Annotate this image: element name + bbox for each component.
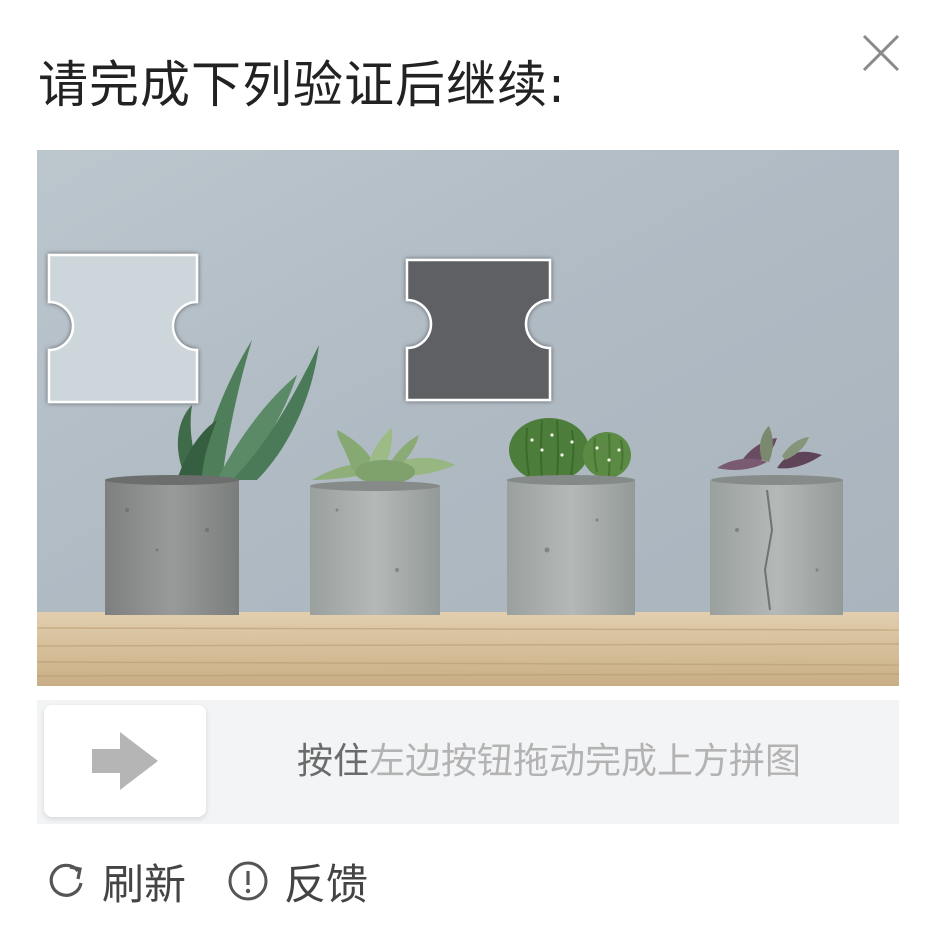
captcha-dialog: 请完成下列验证后继续: 按住左边按钮拖动完成上方拼图 刷新 反馈 <box>0 0 936 948</box>
hint-prefix: 按住 <box>297 741 370 782</box>
feedback-button[interactable]: 反馈 <box>226 851 368 912</box>
refresh-label: 刷新 <box>102 859 187 909</box>
slider-track: 按住左边按钮拖动完成上方拼图 <box>37 700 899 824</box>
refresh-icon <box>49 863 83 897</box>
info-circle-icon <box>228 861 268 901</box>
arrow-right-icon <box>92 732 158 790</box>
feedback-label: 反馈 <box>284 859 369 909</box>
puzzle-image <box>37 150 899 686</box>
hint-rest: 左边按钮拖动完成上方拼图 <box>369 741 802 782</box>
close-icon <box>862 34 900 72</box>
close-button[interactable] <box>858 30 904 76</box>
dialog-title: 请完成下列验证后继续: <box>38 56 566 114</box>
footer-actions: 刷新 反馈 <box>44 850 408 912</box>
refresh-button[interactable]: 刷新 <box>44 851 186 912</box>
slider-handle[interactable] <box>44 705 206 817</box>
slider-hint: 按住左边按钮拖动完成上方拼图 <box>297 738 801 786</box>
